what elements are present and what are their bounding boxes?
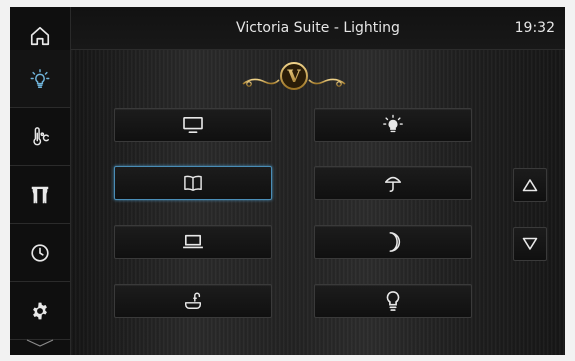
scene-bulb-button[interactable] [314,284,472,318]
curtains-icon [31,186,49,203]
clock-time: 19:32 [514,20,555,36]
triangle-down-icon [522,237,538,250]
scene-reading-button[interactable] [114,166,272,200]
page-title: Victoria Suite - Lighting [236,20,400,36]
home-icon [30,26,50,45]
light-bulb-icon [386,291,400,311]
lighting-panel: V [71,50,565,355]
bulb-icon [30,68,50,88]
sidebar-more-button[interactable] [10,330,70,355]
scene-work-button[interactable] [114,225,272,259]
table-lamp-icon [384,176,402,192]
scroll-up-button[interactable] [513,168,547,202]
scene-night-button[interactable] [314,225,472,259]
bathtub-icon [185,292,201,309]
thermometer-celsius-icon [33,126,49,145]
scene-bath-button[interactable] [114,284,272,318]
book-icon [184,175,202,191]
device-bezel: Victoria Suite - Lighting 19:32 V [0,0,575,361]
sidebar-item-schedule[interactable] [10,224,70,282]
chevron-down-icon [26,338,54,347]
touch-panel-screen: Victoria Suite - Lighting 19:32 V [10,7,565,355]
sidebar-item-climate[interactable] [10,108,70,166]
tv-icon [183,116,203,134]
triangle-up-icon [522,179,538,192]
scene-bright-button[interactable] [314,108,472,142]
scroll-down-button[interactable] [513,227,547,261]
sidebar-item-lighting[interactable] [10,50,70,108]
clock-icon [31,243,49,262]
scene-tv-button[interactable] [114,108,272,142]
victoria-logo: V [242,62,346,90]
logo-letter: V [286,67,301,87]
moon-icon [389,232,401,252]
scene-lamp-button[interactable] [314,166,472,200]
sidebar-item-curtains[interactable] [10,166,70,224]
lamp-bright-icon [383,114,403,133]
sidebar [10,7,71,355]
gear-icon [33,302,47,319]
header-bar: Victoria Suite - Lighting 19:32 [71,7,565,50]
laptop-icon [183,234,203,249]
